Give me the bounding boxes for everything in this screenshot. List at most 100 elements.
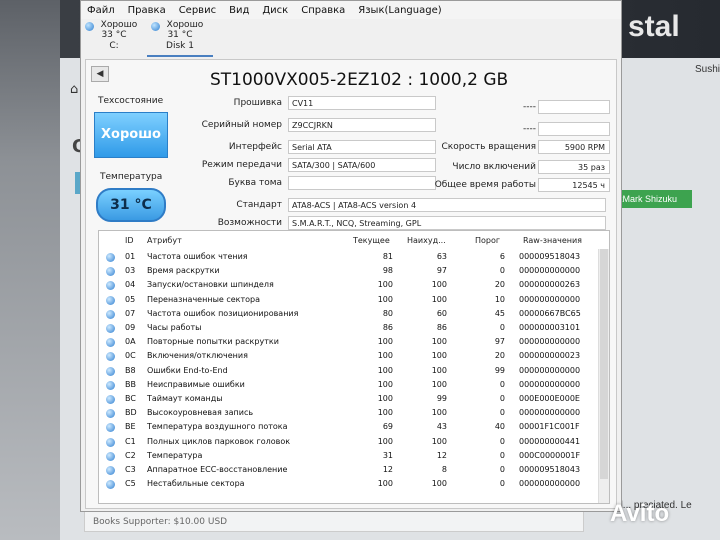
cell-id: 0C (125, 351, 136, 361)
status-dot-icon (106, 451, 115, 461)
cell-attribute: Время раскрутки (147, 266, 220, 276)
standard-label: Стандарт (236, 200, 282, 210)
rotation-field: 5900 RPM (538, 140, 610, 154)
cell-attribute: Переназначенные сектора (147, 294, 261, 304)
cell-threshold: 6 (499, 252, 505, 261)
cell-attribute: Нестабильные сектора (147, 479, 245, 489)
health-status-icon (151, 22, 160, 31)
cell-id: BB (125, 379, 136, 389)
cell-id: C3 (125, 465, 136, 474)
status-dot-icon (106, 466, 115, 475)
cell-threshold: 45 (494, 308, 505, 318)
cell-attribute: Высокоуровневая запись (147, 408, 254, 418)
cell-id: 03 (125, 266, 136, 276)
cell-threshold: 0 (499, 379, 505, 389)
cell-threshold: 0 (499, 465, 505, 474)
cell-current: 100 (377, 408, 393, 418)
cell-current: 100 (377, 351, 393, 361)
smart-attributes-table: ID Атрибут Текущее Наихуд... Порог Raw-з… (98, 230, 610, 504)
col-threshold[interactable]: Порог (475, 236, 500, 245)
cell-attribute: Включения/отключения (147, 351, 248, 361)
status-dot-icon (106, 309, 115, 319)
background-supporter-bar: Books Supporter: $10.00 USD (84, 510, 584, 532)
rotation-label: Скорость вращения (441, 142, 537, 152)
cell-raw: 000000000000 (519, 408, 581, 418)
col-id[interactable]: ID (125, 236, 134, 245)
menu-help[interactable]: Справка (301, 5, 345, 16)
crystaldiskinfo-window: Файл Правка Сервис Вид Диск Справка Язык… (80, 0, 622, 512)
health-status-button[interactable]: Хорошо (94, 112, 168, 158)
health-status-icon (85, 22, 94, 31)
cell-worst: 8 (441, 465, 447, 474)
cell-attribute: Частота ошибок позиционирования (147, 308, 299, 318)
cell-worst: 100 (431, 379, 447, 389)
drive-letter-label: Буква тома (228, 178, 282, 188)
disk-tab-disk1[interactable]: Хорошо 31 °C Disk 1 (147, 19, 213, 57)
disk-tab-c[interactable]: Хорошо 33 °C C: (81, 19, 147, 57)
cell-id: C1 (125, 436, 136, 446)
arrow-left-icon: ◀ (96, 69, 104, 79)
cell-raw: 000C0000001F (519, 450, 581, 460)
background-user-text: Sushi (695, 64, 720, 75)
firmware-label: Прошивка (233, 98, 282, 108)
menu-edit[interactable]: Правка (128, 5, 166, 16)
cell-worst: 43 (436, 422, 447, 432)
col-attribute[interactable]: Атрибут (147, 236, 182, 245)
table-row[interactable]: C5 Нестабильные сектора 100 100 0 00000000000… (99, 476, 609, 492)
cell-threshold: 0 (499, 323, 505, 332)
transfer-label: Режим передачи (201, 160, 282, 170)
cell-id: C2 (125, 450, 136, 460)
interface-label: Интерфейс (228, 142, 282, 152)
blank1-label: ---- (523, 102, 536, 112)
cell-threshold: 0 (499, 436, 505, 446)
status-dot-icon (106, 295, 115, 305)
cell-worst: 100 (431, 436, 447, 446)
firmware-field: CV11 (288, 96, 436, 110)
menu-language[interactable]: Язык(Language) (358, 5, 441, 16)
blank2-field (538, 122, 610, 136)
smart-table-scrollbar[interactable] (598, 249, 609, 503)
cell-raw: 000000000000 (519, 479, 581, 489)
col-current[interactable]: Текущее (353, 236, 390, 245)
power-on-count-field: 35 раз (538, 160, 610, 174)
cell-attribute: Температура (147, 450, 203, 460)
cell-raw: 000000000441 (519, 436, 581, 446)
cell-raw: 00000667BC65 (519, 308, 581, 318)
cell-current: 100 (377, 394, 393, 403)
background-site-logo: stal (628, 10, 680, 43)
cell-id: BE (125, 422, 136, 432)
previous-disk-button[interactable]: ◀ (91, 66, 109, 82)
menu-disk[interactable]: Диск (262, 5, 288, 16)
menu-bar: Файл Правка Сервис Вид Диск Справка Язык… (81, 1, 621, 19)
serial-label: Серийный номер (201, 120, 282, 130)
cell-attribute: Таймаут команды (147, 394, 223, 403)
temperature-label: Температура (100, 172, 163, 182)
health-label: Техсостояние (98, 96, 164, 106)
cell-worst: 97 (436, 266, 447, 276)
menu-view[interactable]: Вид (229, 5, 249, 16)
menu-file[interactable]: Файл (87, 5, 115, 16)
serial-field: Z9CCJRKN (288, 118, 436, 132)
cell-current: 100 (377, 365, 393, 375)
menu-service[interactable]: Сервис (179, 5, 216, 16)
cell-current: 69 (382, 422, 393, 432)
cell-current: 100 (377, 337, 393, 347)
cell-worst: 60 (436, 308, 447, 318)
disk-info-panel: ◀ ST1000VX005-2EZ102 : 1000,2 GB Техсост… (85, 59, 617, 509)
cell-threshold: 0 (499, 479, 505, 489)
status-dot-icon (106, 366, 115, 376)
cell-worst: 100 (431, 294, 447, 304)
col-raw[interactable]: Raw-значения (523, 236, 582, 245)
scrollbar-thumb[interactable] (600, 249, 608, 479)
cell-worst: 63 (436, 252, 447, 261)
interface-field: Serial ATA (288, 140, 436, 154)
cell-worst: 100 (431, 337, 447, 347)
status-dot-icon (106, 409, 115, 419)
power-on-count-label: Число включений (452, 162, 536, 172)
cell-threshold: 99 (494, 365, 505, 375)
cell-id: 01 (125, 252, 136, 261)
col-worst[interactable]: Наихуд... (407, 236, 446, 245)
cell-threshold: 0 (499, 266, 505, 276)
cell-current: 100 (377, 294, 393, 304)
cell-current: 12 (382, 465, 393, 474)
